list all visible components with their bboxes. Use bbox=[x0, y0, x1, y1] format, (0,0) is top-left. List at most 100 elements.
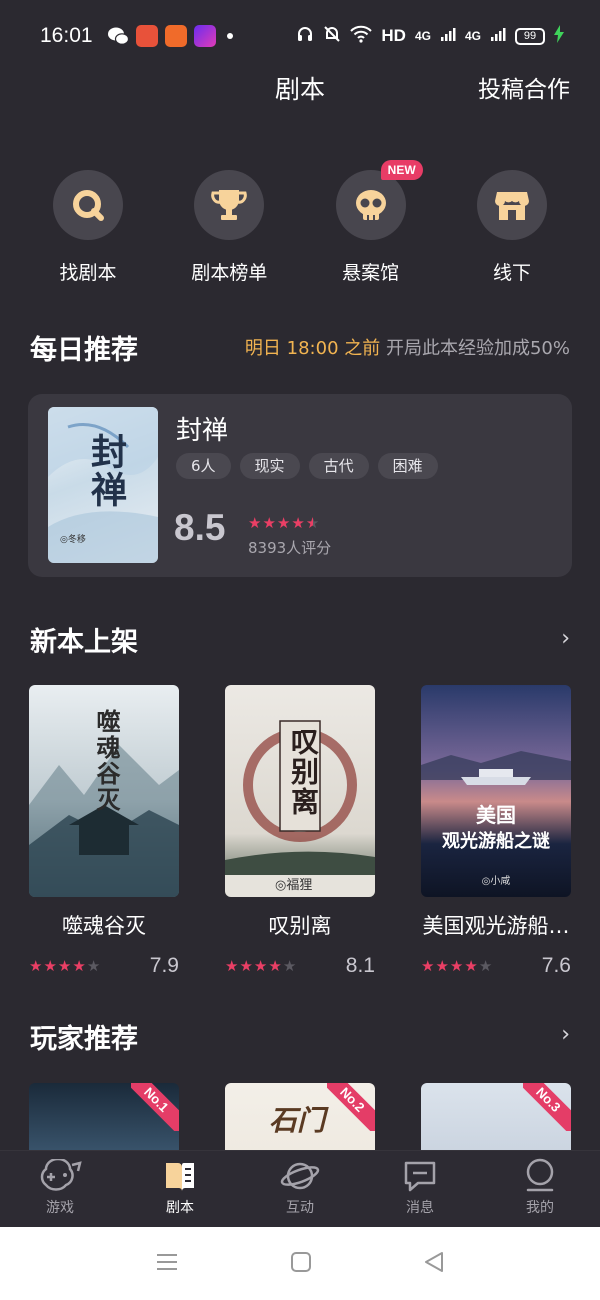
book-meta: ★★★★★ 7.6 bbox=[421, 954, 571, 978]
status-bar: 16:01 HD 4G 4G 99 bbox=[0, 0, 600, 72]
battery-icon: 99 bbox=[515, 27, 545, 45]
app-notification-icon bbox=[135, 25, 158, 47]
new-section-title: 新本上架 bbox=[30, 627, 138, 658]
star-icon: ★ bbox=[291, 514, 306, 532]
star-icon: ★ bbox=[225, 957, 240, 975]
status-indicators: HD 4G 4G 99 bbox=[296, 24, 564, 48]
new-books-row: 噬魂谷灭 噬魂谷灭 ★★★★★ 7.9 叹别离 ◎福狸 叹别离 ★★★★★ 8.… bbox=[29, 685, 589, 978]
book-cover-title: 美国 bbox=[476, 803, 516, 827]
chevron-right-icon[interactable]: › bbox=[561, 1022, 570, 1047]
page-header: 剧本 投稿合作 bbox=[0, 72, 600, 132]
tab-interaction[interactable]: 互动 bbox=[240, 1151, 360, 1227]
star-icon: ★ bbox=[464, 957, 479, 975]
daily-hint-time: 明日 18:00 之前 bbox=[244, 338, 381, 359]
star-icon: ★ bbox=[29, 957, 44, 975]
script-book-icon bbox=[162, 1157, 198, 1195]
star-icon: ★ bbox=[248, 514, 263, 532]
book-cover-title: 叹别离 bbox=[287, 727, 320, 817]
tab-games[interactable]: 游戏 bbox=[0, 1151, 120, 1227]
book-cover: 美国 观光游船之谜 ◎小咸 bbox=[421, 685, 571, 897]
book-cover-title: 石门 bbox=[269, 1104, 326, 1137]
signal-label: 4G bbox=[464, 29, 481, 43]
quick-nav-label: 剧本榜单 bbox=[191, 262, 268, 284]
quick-nav-offline[interactable]: 线下 bbox=[442, 170, 582, 290]
quick-nav: 找剧本 剧本榜单 NEW 悬案馆 线下 bbox=[18, 160, 582, 290]
daily-rating-count: 8393人评分 bbox=[248, 539, 332, 557]
more-notifications-dot bbox=[226, 33, 233, 39]
star-icon: ★ bbox=[435, 957, 450, 975]
tag-genre: 现实 bbox=[239, 453, 300, 479]
menu-icon[interactable] bbox=[155, 1252, 179, 1276]
star-icon: ★ bbox=[449, 957, 465, 975]
book-title: 噬魂谷灭 bbox=[62, 914, 146, 938]
star-icon: ★ bbox=[282, 957, 298, 975]
star-icon: ★ bbox=[262, 514, 277, 532]
book-score: 7.9 bbox=[149, 954, 179, 977]
new-book-card[interactable]: 叹别离 ◎福狸 叹别离 ★★★★★ 8.1 bbox=[225, 685, 375, 978]
star-rating: ★★★★★ bbox=[421, 957, 493, 975]
signal-label: 4G bbox=[414, 29, 431, 43]
book-cover: 噬魂谷灭 bbox=[29, 685, 179, 897]
book-cover-title: 噬魂谷灭 bbox=[92, 709, 121, 813]
quick-nav-find-script[interactable]: 找剧本 bbox=[18, 170, 158, 290]
tab-profile[interactable]: 我的 bbox=[480, 1151, 600, 1227]
bottom-tab-bar: 游戏 剧本 互动 消息 我的 bbox=[0, 1150, 600, 1227]
half-star-icon: ★ bbox=[305, 514, 321, 532]
book-cover: No.1 bbox=[29, 1083, 179, 1150]
book-title: 叹别离 bbox=[268, 914, 332, 938]
headphones-icon bbox=[296, 25, 314, 48]
tab-label: 游戏 bbox=[46, 1200, 74, 1216]
daily-bonus-hint: 明日 18:00 之前 开局此本经验加成50% bbox=[245, 334, 570, 360]
star-rating: ★★★★★ bbox=[248, 514, 320, 532]
back-icon[interactable] bbox=[423, 1251, 445, 1277]
star-icon: ★ bbox=[478, 957, 494, 975]
submit-cooperation-link[interactable]: 投稿合作 bbox=[478, 72, 570, 108]
star-rating: ★★★★★ bbox=[225, 957, 297, 975]
hd-indicator: HD bbox=[381, 26, 406, 45]
quick-nav-case-hall[interactable]: NEW 悬案馆 bbox=[301, 160, 441, 290]
tab-label: 消息 bbox=[406, 1200, 434, 1216]
mute-bell-icon bbox=[323, 25, 341, 48]
book-meta: ★★★★★ 7.9 bbox=[29, 954, 179, 978]
gamepad-icon bbox=[38, 1157, 82, 1195]
star-icon: ★ bbox=[72, 957, 87, 975]
daily-book-card[interactable]: 封禅 ◎冬移 封禅 6人 现实 古代 困难 8.5 ★★★★★ 8393人评分 bbox=[28, 394, 572, 577]
star-icon: ★ bbox=[276, 514, 292, 532]
star-icon: ★ bbox=[239, 957, 254, 975]
tab-label: 互动 bbox=[286, 1200, 314, 1216]
daily-book-cover: 封禅 ◎冬移 bbox=[48, 407, 158, 563]
profile-icon bbox=[522, 1157, 558, 1195]
star-icon: ★ bbox=[86, 957, 102, 975]
book-cover: No.3 bbox=[421, 1083, 571, 1150]
daily-cover-title: 封禅 bbox=[85, 433, 127, 509]
player-book-card[interactable]: No.1 bbox=[29, 1083, 179, 1150]
book-title: 美国观光游船… bbox=[422, 914, 570, 938]
trophy-icon bbox=[194, 170, 265, 240]
star-icon: ★ bbox=[421, 957, 436, 975]
tag-difficulty: 困难 bbox=[377, 453, 438, 479]
star-icon: ★ bbox=[43, 957, 58, 975]
new-book-card[interactable]: 噬魂谷灭 噬魂谷灭 ★★★★★ 7.9 bbox=[29, 685, 179, 978]
book-cover: 石门 No.2 bbox=[225, 1083, 375, 1150]
new-book-card[interactable]: 美国 观光游船之谜 ◎小咸 美国观光游船… ★★★★★ 7.6 bbox=[421, 685, 571, 978]
tag-era: 古代 bbox=[308, 453, 369, 479]
tab-scripts[interactable]: 剧本 bbox=[120, 1151, 240, 1227]
tab-label: 剧本 bbox=[166, 1200, 194, 1216]
book-cover-subtitle: 观光游船之谜 bbox=[442, 831, 550, 852]
star-icon: ★ bbox=[268, 957, 283, 975]
chevron-right-icon[interactable]: › bbox=[561, 626, 570, 651]
home-icon[interactable] bbox=[290, 1251, 312, 1277]
quick-nav-rankings[interactable]: 剧本榜单 bbox=[159, 170, 299, 290]
tab-label: 我的 bbox=[526, 1200, 554, 1216]
store-icon bbox=[476, 170, 547, 240]
quick-nav-label: 找剧本 bbox=[59, 262, 117, 284]
tab-messages[interactable]: 消息 bbox=[360, 1151, 480, 1227]
skull-icon bbox=[335, 170, 406, 240]
system-nav-bar bbox=[0, 1227, 600, 1300]
status-time: 16:01 bbox=[40, 24, 93, 47]
player-book-card[interactable]: No.3 bbox=[421, 1083, 571, 1150]
rank-badge: No.2 bbox=[327, 1083, 375, 1131]
star-icon: ★ bbox=[253, 957, 269, 975]
new-badge: NEW bbox=[380, 160, 423, 180]
player-book-card[interactable]: 石门 No.2 bbox=[225, 1083, 375, 1150]
